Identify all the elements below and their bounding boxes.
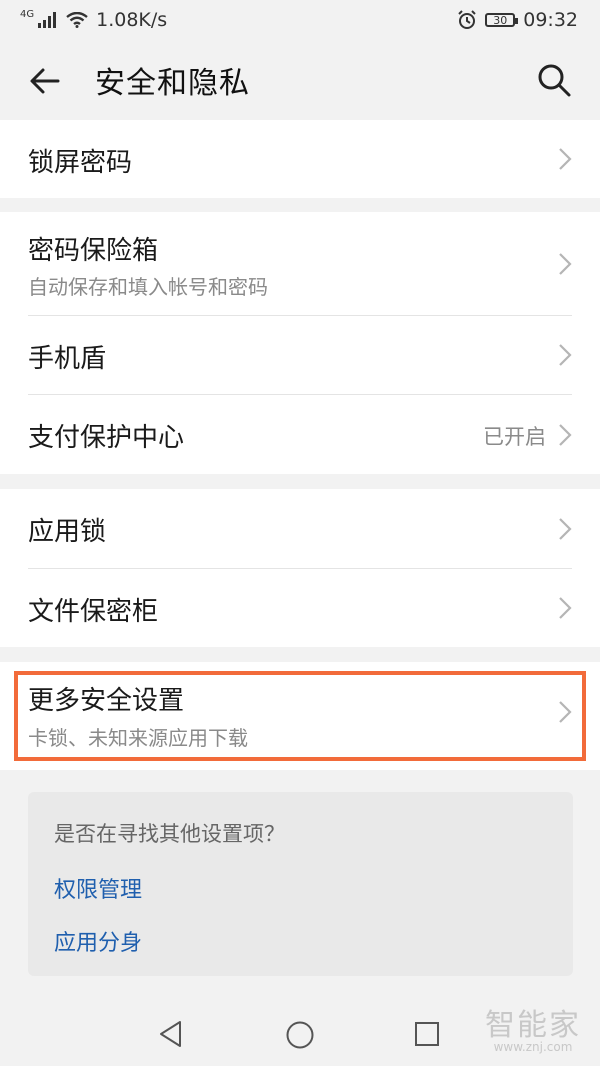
signal-icon xyxy=(38,12,57,28)
nav-back-icon[interactable] xyxy=(158,1020,184,1048)
row-phone-shield[interactable]: 手机盾 xyxy=(0,316,600,394)
chevron-right-icon xyxy=(559,344,572,366)
row-title: 文件保密柜 xyxy=(28,597,159,627)
clock: 09:32 xyxy=(523,9,578,31)
row-title: 更多安全设置 xyxy=(28,686,185,716)
row-password-vault[interactable]: 密码保险箱 自动保存和填入帐号和密码 xyxy=(0,212,600,315)
battery-icon: 30 xyxy=(485,13,519,27)
status-bar: 4G 1.08K/s 30 09:32 xyxy=(0,0,600,40)
row-title: 支付保护中心 xyxy=(28,423,185,453)
watermark: 智能家 www.znj.com xyxy=(478,1000,588,1060)
card-lock: 锁屏密码 xyxy=(0,120,600,198)
arrow-left-icon[interactable] xyxy=(28,64,62,98)
card-protection: 密码保险箱 自动保存和填入帐号和密码 手机盾 支付保护中心 已开启 xyxy=(0,212,600,474)
chevron-right-icon xyxy=(559,701,572,723)
card-privacy: 应用锁 文件保密柜 xyxy=(0,489,600,647)
row-lock-screen-password[interactable]: 锁屏密码 xyxy=(0,120,600,198)
suggestion-panel: 是否在寻找其他设置项？ 权限管理 应用分身 xyxy=(28,792,573,976)
row-title: 密码保险箱 xyxy=(28,236,159,266)
alarm-icon xyxy=(458,10,476,29)
nav-home-icon[interactable] xyxy=(285,1020,315,1050)
chevron-right-icon xyxy=(559,597,572,619)
row-subtitle: 卡锁、未知来源应用下载 xyxy=(28,726,248,750)
search-icon[interactable] xyxy=(536,62,572,98)
app-bar: 安全和隐私 xyxy=(0,40,600,120)
watermark-text: 智能家 xyxy=(485,1008,581,1043)
battery-level: 30 xyxy=(493,13,508,27)
row-app-lock[interactable]: 应用锁 xyxy=(0,489,600,568)
row-title: 应用锁 xyxy=(28,517,107,547)
status-value: 已开启 xyxy=(483,425,546,449)
link-app-twin[interactable]: 应用分身 xyxy=(54,925,142,957)
watermark-url: www.znj.com xyxy=(493,1040,573,1054)
chevron-right-icon xyxy=(559,148,572,170)
row-subtitle: 自动保存和填入帐号和密码 xyxy=(28,275,268,299)
row-title: 手机盾 xyxy=(28,344,107,374)
network-type: 4G xyxy=(20,8,35,20)
chevron-right-icon xyxy=(559,253,572,275)
wifi-icon xyxy=(66,12,88,28)
row-title: 锁屏密码 xyxy=(28,148,133,178)
link-permission-management[interactable]: 权限管理 xyxy=(54,872,142,904)
nav-recents-icon[interactable] xyxy=(414,1021,440,1047)
card-more: 更多安全设置 卡锁、未知来源应用下载 xyxy=(0,662,600,770)
status-left: 4G 1.08K/s xyxy=(20,8,168,32)
row-file-safe[interactable]: 文件保密柜 xyxy=(0,569,600,647)
network-speed: 1.08K/s xyxy=(96,9,168,31)
suggestion-question: 是否在寻找其他设置项？ xyxy=(54,822,285,846)
chevron-right-icon xyxy=(559,518,572,540)
row-payment-protection[interactable]: 支付保护中心 已开启 xyxy=(0,395,600,474)
status-right: 30 09:32 xyxy=(457,9,578,31)
page-title: 安全和隐私 xyxy=(95,66,250,101)
chevron-right-icon xyxy=(559,424,572,446)
row-more-security-settings[interactable]: 更多安全设置 卡锁、未知来源应用下载 xyxy=(0,662,600,770)
